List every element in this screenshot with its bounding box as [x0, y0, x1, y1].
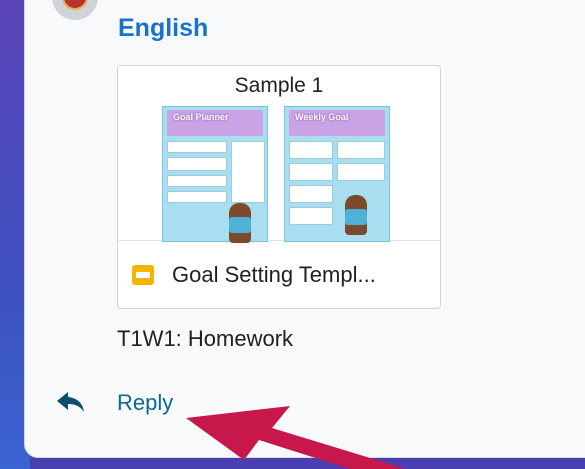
post-note: T1W1: Homework	[117, 326, 294, 351]
avatar-badge	[62, 0, 88, 10]
sheet-title: Goal Planner	[173, 112, 229, 122]
preview-title: Sample 1	[234, 74, 324, 97]
post-subject: English	[118, 14, 209, 42]
weekly-goal-sheet: Weekly Goal	[284, 106, 390, 242]
attachment-file-row[interactable]: Goal Setting Templ...	[118, 241, 440, 308]
goal-planner-sheet: Goal Planner	[162, 106, 268, 243]
attachment-preview[interactable]: Sample 1 Goal Planner Weekly Goal	[118, 66, 440, 243]
attachment-file-name: Goal Setting Templ...	[172, 262, 376, 287]
reply-arrow-icon[interactable]	[56, 390, 86, 414]
sheet-title: Weekly Goal	[295, 112, 349, 122]
google-slides-icon	[132, 265, 154, 285]
attachment-card[interactable]: Sample 1 Goal Planner Weekly Goal Goal S…	[117, 65, 441, 309]
reply-button[interactable]: Reply	[117, 390, 173, 416]
